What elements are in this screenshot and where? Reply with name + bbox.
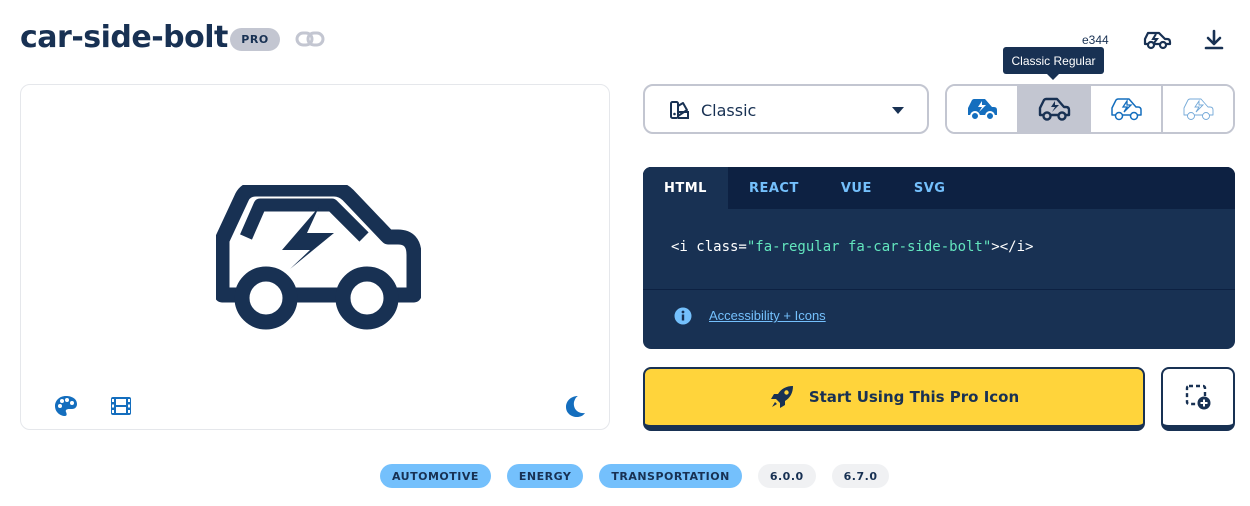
car-side-bolt-regular-icon bbox=[1038, 97, 1071, 121]
accessibility-link[interactable]: Accessibility + Icons bbox=[709, 308, 826, 323]
start-using-label: Start Using This Pro Icon bbox=[808, 388, 1020, 406]
tab-vue[interactable]: VUE bbox=[820, 167, 893, 209]
link-icon[interactable] bbox=[295, 29, 325, 49]
add-to-kit-button[interactable] bbox=[1161, 367, 1235, 431]
tag-version[interactable]: 6.0.0 bbox=[757, 464, 816, 488]
code-panel: HTML REACT VUE SVG <i class="fa-regular … bbox=[643, 167, 1235, 349]
tag-category[interactable]: AUTOMOTIVE bbox=[380, 464, 491, 488]
code-snippet-value: "fa-regular fa-car-side-bolt" bbox=[746, 239, 992, 255]
code-tabs: HTML REACT VUE SVG bbox=[643, 167, 1235, 209]
style-icon bbox=[670, 101, 689, 119]
tab-react[interactable]: REACT bbox=[728, 167, 820, 209]
tab-html[interactable]: HTML bbox=[643, 167, 728, 209]
car-side-bolt-solid-icon bbox=[968, 99, 997, 121]
variant-solid[interactable] bbox=[947, 86, 1019, 132]
tag-version[interactable]: 6.7.0 bbox=[831, 464, 890, 488]
style-select-value: Classic bbox=[701, 101, 757, 120]
unicode-label[interactable]: e344 bbox=[1082, 33, 1109, 47]
code-snippet[interactable]: <i class="fa-regular fa-car-side-bolt"><… bbox=[671, 239, 1033, 255]
download-icon[interactable] bbox=[1203, 28, 1225, 52]
icon-title: car-side-bolt bbox=[20, 20, 228, 55]
style-select[interactable]: Classic bbox=[643, 84, 929, 134]
car-side-bolt-icon bbox=[216, 185, 421, 330]
car-side-bolt-thin-icon bbox=[1183, 98, 1214, 120]
tag-category[interactable]: ENERGY bbox=[506, 464, 584, 488]
car-side-bolt-light-icon bbox=[1111, 98, 1142, 121]
film-icon[interactable] bbox=[109, 395, 133, 417]
tooltip-arrow bbox=[1047, 74, 1059, 80]
start-using-button[interactable]: Start Using This Pro Icon bbox=[643, 367, 1145, 431]
icon-preview bbox=[20, 84, 610, 430]
variant-thin[interactable] bbox=[1163, 86, 1233, 132]
palette-icon[interactable] bbox=[54, 395, 78, 417]
tag-category[interactable]: TRANSPORTATION bbox=[599, 464, 742, 488]
tab-svg[interactable]: SVG bbox=[893, 167, 967, 209]
tooltip: Classic Regular bbox=[1003, 47, 1104, 74]
add-to-kit-icon bbox=[1185, 384, 1211, 410]
tag-list: AUTOMOTIVE ENERGY TRANSPORTATION 6.0.0 6… bbox=[380, 464, 905, 488]
variant-light[interactable] bbox=[1091, 86, 1163, 132]
code-snippet-suffix: ></i> bbox=[991, 239, 1034, 255]
variant-regular[interactable] bbox=[1019, 86, 1091, 132]
car-side-bolt-icon[interactable] bbox=[1142, 28, 1172, 52]
code-divider bbox=[643, 289, 1235, 290]
caret-down-icon bbox=[892, 107, 904, 114]
rocket-icon bbox=[770, 386, 793, 408]
pro-badge: PRO bbox=[230, 28, 280, 51]
style-variant-group bbox=[945, 84, 1235, 134]
moon-icon[interactable] bbox=[564, 394, 586, 418]
code-snippet-prefix: <i class= bbox=[671, 239, 747, 255]
info-icon bbox=[674, 307, 692, 325]
